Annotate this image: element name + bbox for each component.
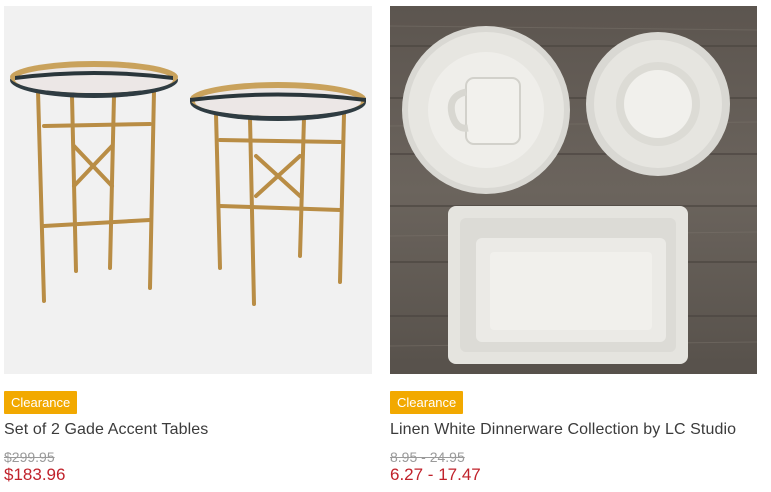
product-image-dinnerware[interactable] xyxy=(390,6,757,374)
product-card-accent-tables[interactable]: Clearance Set of 2 Gade Accent Tables $2… xyxy=(4,0,372,484)
product-card-dinnerware[interactable]: Clearance Linen White Dinnerware Collect… xyxy=(390,0,757,484)
product-image-accent-tables[interactable] xyxy=(4,6,372,374)
sale-price: $183.96 xyxy=(4,465,66,484)
original-price: 8.95 - 24.95 xyxy=(390,449,465,465)
sale-price: 6.27 - 17.47 xyxy=(390,465,481,484)
clearance-badge: Clearance xyxy=(390,391,464,414)
original-price: $299.95 xyxy=(4,449,55,465)
gold-accent-tables-image xyxy=(4,6,372,374)
product-title[interactable]: Linen White Dinnerware Collection by LC … xyxy=(390,421,736,439)
clearance-badge: Clearance xyxy=(4,391,78,414)
product-title[interactable]: Set of 2 Gade Accent Tables xyxy=(4,421,208,439)
white-dinnerware-image xyxy=(390,6,757,374)
